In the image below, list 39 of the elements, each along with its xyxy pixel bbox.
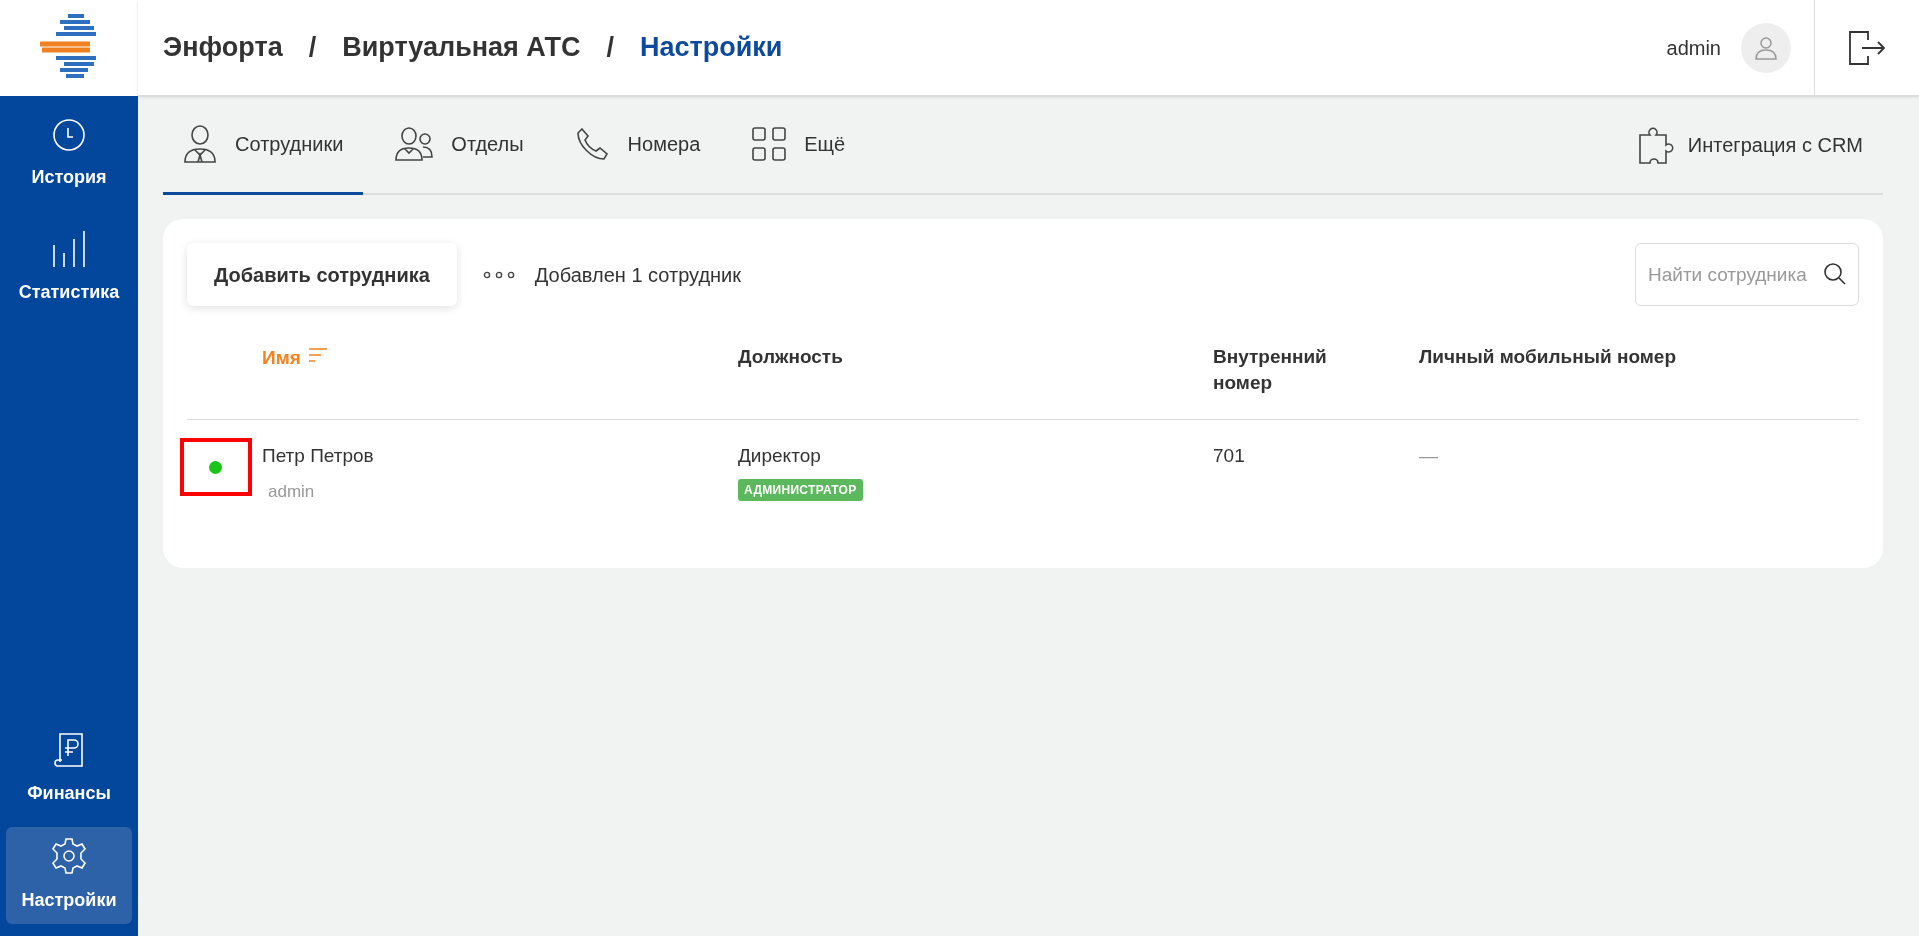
people-icon xyxy=(395,127,434,161)
user-name: admin xyxy=(1666,35,1721,61)
tab[interactable]: Отделы xyxy=(375,96,544,195)
mobile-number: — xyxy=(1419,445,1438,466)
column-header: Личный мобильный номер xyxy=(1419,345,1677,369)
crm-integration-link[interactable]: Интеграция с CRM xyxy=(1637,96,1883,193)
person-icon xyxy=(183,125,217,163)
employee-login: admin xyxy=(267,480,315,503)
breadcrumb-link[interactable]: Настройки xyxy=(639,27,783,68)
more-icon[interactable] xyxy=(482,270,515,279)
sidebar-item[interactable]: Настройки xyxy=(6,827,132,924)
clock-icon xyxy=(52,118,86,152)
ruble-document-icon xyxy=(52,732,86,768)
phone-icon xyxy=(575,127,610,161)
tab[interactable]: Ещё xyxy=(732,96,866,195)
tab[interactable]: Номера xyxy=(555,96,721,195)
add-employee-button[interactable]: Добавить сотрудника xyxy=(187,243,457,306)
breadcrumb-separator: / xyxy=(308,31,317,65)
status-text: Добавлен 1 сотрудник xyxy=(534,262,743,288)
employee-name: Петр Петров xyxy=(262,444,374,468)
sidebar-item[interactable]: История xyxy=(6,108,132,201)
avatar-icon xyxy=(1741,22,1791,73)
tab[interactable]: Сотрудники xyxy=(163,96,364,195)
column-header: Должность xyxy=(738,345,844,369)
sidebar-item[interactable]: Статистика xyxy=(6,221,132,316)
breadcrumb-separator: / xyxy=(606,31,614,65)
settings-icon xyxy=(50,837,88,875)
breadcrumb-link[interactable]: Виртуальная АТС xyxy=(342,27,581,68)
employee-position: Директор xyxy=(738,444,821,468)
search-field[interactable]: Найти сотрудника xyxy=(1635,243,1859,306)
logout-icon[interactable] xyxy=(1848,29,1886,66)
grid-icon xyxy=(752,127,787,161)
extension-number: 701 xyxy=(1213,445,1245,466)
column-header: Внутренний номер xyxy=(1213,345,1328,395)
search-icon[interactable] xyxy=(1823,262,1847,286)
breadcrumb-link[interactable]: Энфорта xyxy=(163,27,283,68)
bar-chart-icon xyxy=(52,231,86,267)
role-badge: АДМИНИСТРАТОР xyxy=(738,478,863,501)
sidebar-item[interactable]: Финансы xyxy=(6,722,132,817)
